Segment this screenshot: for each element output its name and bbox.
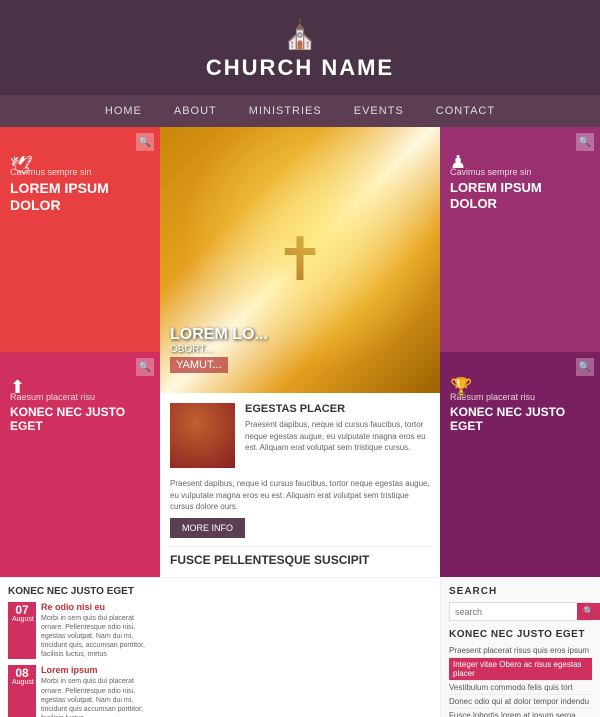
fusce-title: FUSCE PELLENTESQUE SUSCIPIT: [170, 546, 430, 567]
nav-contact[interactable]: CONTACT: [420, 95, 511, 127]
nav-ministries[interactable]: MINISTRIES: [233, 95, 338, 127]
nav-about[interactable]: ABOUT: [158, 95, 233, 127]
news-item-2: 08 August Lorem ipsum Morbi in sem quis …: [8, 665, 152, 717]
news-day-2: 08: [12, 667, 32, 679]
konec-sidebar-title: KONEC NEC JUSTO EGET: [449, 629, 592, 640]
hero-obort: OBORT...: [170, 344, 268, 355]
bishop-icon: ♟: [450, 152, 466, 173]
egestas-text: EGESTAS PLACER Praesent dapibus, neque i…: [245, 403, 430, 468]
sidebar-link-1[interactable]: Praesent placerat risus quis eros ipsum: [449, 644, 592, 658]
hero-lorem: LOREM LO...: [170, 326, 268, 344]
more-info-button[interactable]: MORE INFO: [170, 518, 245, 538]
site-title: CHURCH NAME: [10, 55, 590, 81]
news-date-2: 08 August: [8, 665, 36, 717]
news-body-2: Morbi in sem quis dui placerat ornare. P…: [41, 677, 152, 717]
news-item-1: 07 August Re odio nisi eu Morbi in sem q…: [8, 602, 152, 659]
left-bottom-konec: KONEC NEC JUSTO EGET: [10, 405, 150, 434]
chalice-icon: 🏆: [450, 377, 472, 398]
hero-yamut: YAMUT...: [170, 357, 228, 373]
right-bottom-konec: KONEC NEC JUSTO EGET: [450, 405, 590, 434]
main-content: 🔍 🕊 Cavimus sempre sin LOREM IPSUM DOLOR…: [0, 127, 600, 577]
header: ⛪ CHURCH NAME: [0, 0, 600, 95]
jesus-portrait: [170, 403, 235, 468]
right-top-lorem: LOREM IPSUM DOLOR: [450, 180, 590, 211]
search-box: 🔍: [449, 602, 592, 621]
bottom-center: [160, 578, 440, 717]
right-bottom-panel: 🔍 🏆 Raesum placerat risu KONEC NEC JUSTO…: [440, 352, 600, 577]
egestas-image: [170, 403, 235, 468]
right-bottom-search-button[interactable]: 🔍: [576, 358, 594, 376]
search-input[interactable]: [450, 603, 577, 620]
right-top-cavimus: Cavimus sempre sin: [450, 167, 590, 177]
news-title-2: Lorem ipsum: [41, 665, 152, 675]
bottom-right-sidebar: SEARCH 🔍 KONEC NEC JUSTO EGET Praesent p…: [440, 578, 600, 717]
bottom-left-news: KONEC NEC JUSTO EGET 07 August Re odio n…: [0, 578, 160, 717]
news-content-2: Lorem ipsum Morbi in sem quis dui placer…: [41, 665, 152, 717]
nav-events[interactable]: EVENTS: [338, 95, 420, 127]
hero-text: LOREM LO... OBORT... YAMUT...: [170, 326, 268, 373]
news-body-1: Morbi in sem quis dui placerat ornare. P…: [41, 614, 152, 659]
center-content: EGESTAS PLACER Praesent dapibus, neque i…: [160, 393, 440, 577]
right-column: 🔍 ♟ Cavimus sempre sin LOREM IPSUM DOLOR…: [440, 127, 600, 577]
search-submit-button[interactable]: 🔍: [577, 603, 600, 620]
news-month-1: August: [12, 616, 32, 623]
hero-image: ✝ LOREM LO... OBORT... YAMUT...: [160, 127, 440, 393]
search-title: SEARCH: [449, 586, 592, 597]
news-content-1: Re odio nisi eu Morbi in sem quis dui pl…: [41, 602, 152, 659]
bottom-section: KONEC NEC JUSTO EGET 07 August Re odio n…: [0, 577, 600, 717]
nav-home[interactable]: HOME: [89, 95, 158, 127]
egestas-body2: Praesent dapibus, neque id cursus faucib…: [170, 478, 430, 512]
arrow-up-icon: ⬆: [10, 377, 25, 398]
dove-icon: 🕊: [10, 155, 33, 176]
left-top-search-button[interactable]: 🔍: [136, 133, 154, 151]
left-top-panel: 🔍 🕊 Cavimus sempre sin LOREM IPSUM DOLOR: [0, 127, 160, 352]
left-bottom-search-button[interactable]: 🔍: [136, 358, 154, 376]
right-top-panel: 🔍 ♟ Cavimus sempre sin LOREM IPSUM DOLOR: [440, 127, 600, 352]
sidebar-link-2[interactable]: Integer vitae Obero ac risus egestas pla…: [449, 658, 592, 681]
left-top-lorem: LOREM IPSUM DOLOR: [10, 180, 150, 214]
left-bottom-raesum: Raesum placerat risu: [10, 392, 150, 402]
egestas-body: Praesent dapibus, neque id cursus faucib…: [245, 419, 430, 453]
center-column: ✝ LOREM LO... OBORT... YAMUT... EGESTAS …: [160, 127, 440, 577]
right-top-search-button[interactable]: 🔍: [576, 133, 594, 151]
left-bottom-panel: 🔍 ⬆ Raesum placerat risu KONEC NEC JUSTO…: [0, 352, 160, 577]
sidebar-link-3[interactable]: Vestibulum commodo felis quis tort: [449, 681, 592, 695]
sidebar-link-5[interactable]: Fusce lobortis lorem at ipsum serna: [449, 709, 592, 717]
news-title-1: Re odio nisi eu: [41, 602, 152, 612]
konec-sidebar-section: KONEC NEC JUSTO EGET Praesent placerat r…: [449, 629, 592, 717]
egestas-row: EGESTAS PLACER Praesent dapibus, neque i…: [170, 403, 430, 468]
search-section: SEARCH 🔍: [449, 586, 592, 621]
church-icon: ⛪: [10, 18, 590, 51]
news-day-1: 07: [12, 604, 32, 616]
news-month-2: August: [12, 679, 32, 686]
sidebar-link-4[interactable]: Donec odio qui at dolor tempor indendu: [449, 695, 592, 709]
news-date-1: 07 August: [8, 602, 36, 659]
left-column: 🔍 🕊 Cavimus sempre sin LOREM IPSUM DOLOR…: [0, 127, 160, 577]
news-section-title: KONEC NEC JUSTO EGET: [8, 586, 152, 597]
navigation: HOME ABOUT MINISTRIES EVENTS CONTACT: [0, 95, 600, 127]
egestas-title: EGESTAS PLACER: [245, 403, 430, 415]
